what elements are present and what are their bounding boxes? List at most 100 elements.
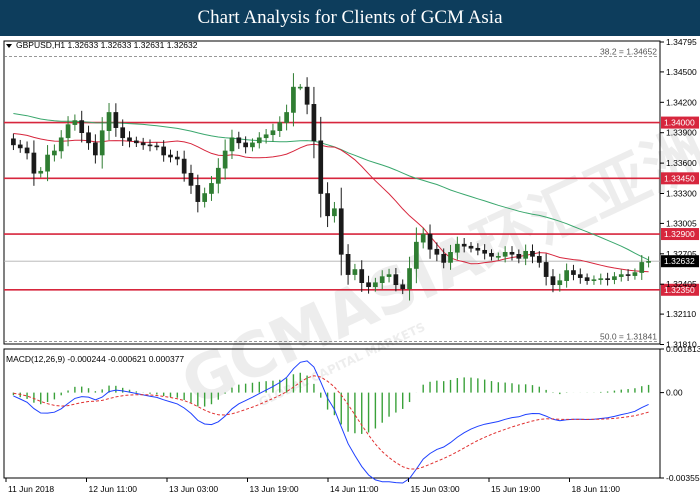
candle-body: [195, 185, 201, 202]
candle-body: [188, 172, 194, 186]
price-tick-label: 1.33900: [666, 128, 697, 138]
candle-body: [584, 277, 590, 281]
price-tick-label: 1.34500: [666, 67, 697, 77]
candle-body: [591, 279, 597, 281]
candle-body: [530, 250, 535, 257]
chart-title: Chart Analysis for Clients of GCM Asia: [197, 7, 503, 28]
candle-body: [612, 276, 617, 280]
candle-body: [516, 254, 522, 259]
candle-body: [140, 142, 146, 146]
candle-body: [639, 262, 645, 273]
candle-body: [277, 122, 283, 131]
candle-body: [325, 193, 330, 217]
candle-body: [543, 262, 549, 277]
candle-body: [181, 158, 187, 174]
candle-body: [45, 154, 50, 172]
level-tag-label: 1.33450: [664, 173, 695, 183]
candle-body: [256, 137, 262, 144]
candle-body: [434, 248, 440, 255]
candle-body: [571, 270, 576, 275]
candle-body: [332, 208, 337, 217]
candle-body: [338, 208, 344, 255]
candle-body: [147, 144, 153, 147]
candle-body: [202, 193, 207, 202]
candle-body: [400, 284, 406, 290]
candle-body: [250, 142, 255, 148]
candle-body: [461, 243, 467, 247]
candle-body: [455, 243, 460, 253]
macd-tick-label: -0.00355: [666, 473, 700, 483]
candle-body: [646, 261, 651, 263]
candle-body: [407, 268, 412, 290]
price-tick-label: 1.34795: [666, 37, 697, 47]
candle-body: [605, 278, 610, 280]
candle-body: [386, 274, 392, 277]
candle-body: [24, 147, 30, 154]
time-tick-label: 15 Jun 19:00: [491, 484, 540, 494]
price-tick-label: 1.32110: [666, 309, 696, 319]
candle-body: [243, 142, 248, 148]
candle-body: [236, 137, 242, 144]
candle-body: [284, 112, 289, 123]
candle-body: [427, 233, 433, 250]
candle-body: [31, 152, 37, 174]
candle-body: [113, 112, 119, 128]
candle-body: [366, 282, 371, 288]
candle-body: [229, 137, 235, 152]
candle-body: [222, 150, 228, 169]
candle-body: [86, 132, 91, 144]
time-tick-label: 14 Jun 11:00: [330, 484, 379, 494]
candle-body: [93, 142, 98, 156]
price-tick-label: 1.33300: [666, 189, 697, 199]
candle-body: [509, 251, 515, 255]
candle-body: [154, 145, 160, 148]
time-tick-label: 18 Jun 11:00: [572, 484, 621, 494]
chart-title-banner: Chart Analysis for Clients of GCM Asia: [0, 0, 700, 36]
candle-body: [523, 250, 528, 259]
candle-body: [420, 233, 426, 243]
candle-body: [352, 269, 358, 275]
candle-body: [209, 183, 214, 194]
candle-body: [65, 124, 71, 139]
symbol-info-text: GBPUSD,H1 1.32633 1.32633 1.32631 1.3263…: [16, 40, 198, 50]
time-tick-label: 11 Jun 2018: [8, 484, 54, 494]
candle-body: [502, 251, 508, 257]
macd-info-text: MACD(12,26,9) -0.000244 -0.000621 0.0003…: [6, 354, 184, 364]
candle-body: [17, 144, 23, 149]
candle-body: [318, 140, 324, 194]
candle-body: [448, 251, 453, 263]
candle-body: [297, 86, 303, 89]
candle-body: [161, 146, 167, 156]
time-tick-label: 13 Jun 19:00: [250, 484, 299, 494]
candle-body: [38, 170, 44, 174]
candle-body: [359, 269, 365, 283]
price-tick-label: 1.33005: [666, 218, 697, 228]
candle-body: [468, 245, 474, 249]
candle-body: [11, 138, 16, 146]
candle-body: [52, 150, 57, 156]
price-tick-label: 1.32405: [666, 279, 697, 289]
level-tag-label: 1.32900: [664, 229, 695, 239]
time-tick-label: 12 Jun 11:00: [89, 484, 138, 494]
candle-body: [99, 130, 105, 156]
level-tag-label: 1.34000: [664, 118, 695, 128]
fib-label: 50.0 = 1.31841: [600, 331, 657, 341]
candle-body: [598, 278, 604, 280]
candle-body: [270, 130, 276, 136]
price-tick-label: 1.34200: [666, 97, 697, 107]
candle-body: [311, 104, 317, 142]
candle-body: [72, 120, 78, 125]
candle-body: [373, 282, 378, 288]
candle-body: [58, 137, 64, 152]
fib-label: 38.2 = 1.34652: [600, 47, 657, 57]
chart-canvas[interactable]: GCMASIA环汇亚洲 GLOBAL CAPITAL MARKETS 1.340…: [0, 36, 700, 500]
candle-body: [79, 120, 85, 134]
candle-body: [557, 280, 563, 286]
candle-body: [393, 274, 399, 286]
candle-body: [550, 276, 556, 286]
time-tick-label: 15 Jun 03:00: [411, 484, 460, 494]
candle-body: [482, 249, 488, 254]
candle-body: [263, 134, 269, 139]
candle-body: [379, 276, 385, 283]
candle-body: [441, 254, 447, 263]
